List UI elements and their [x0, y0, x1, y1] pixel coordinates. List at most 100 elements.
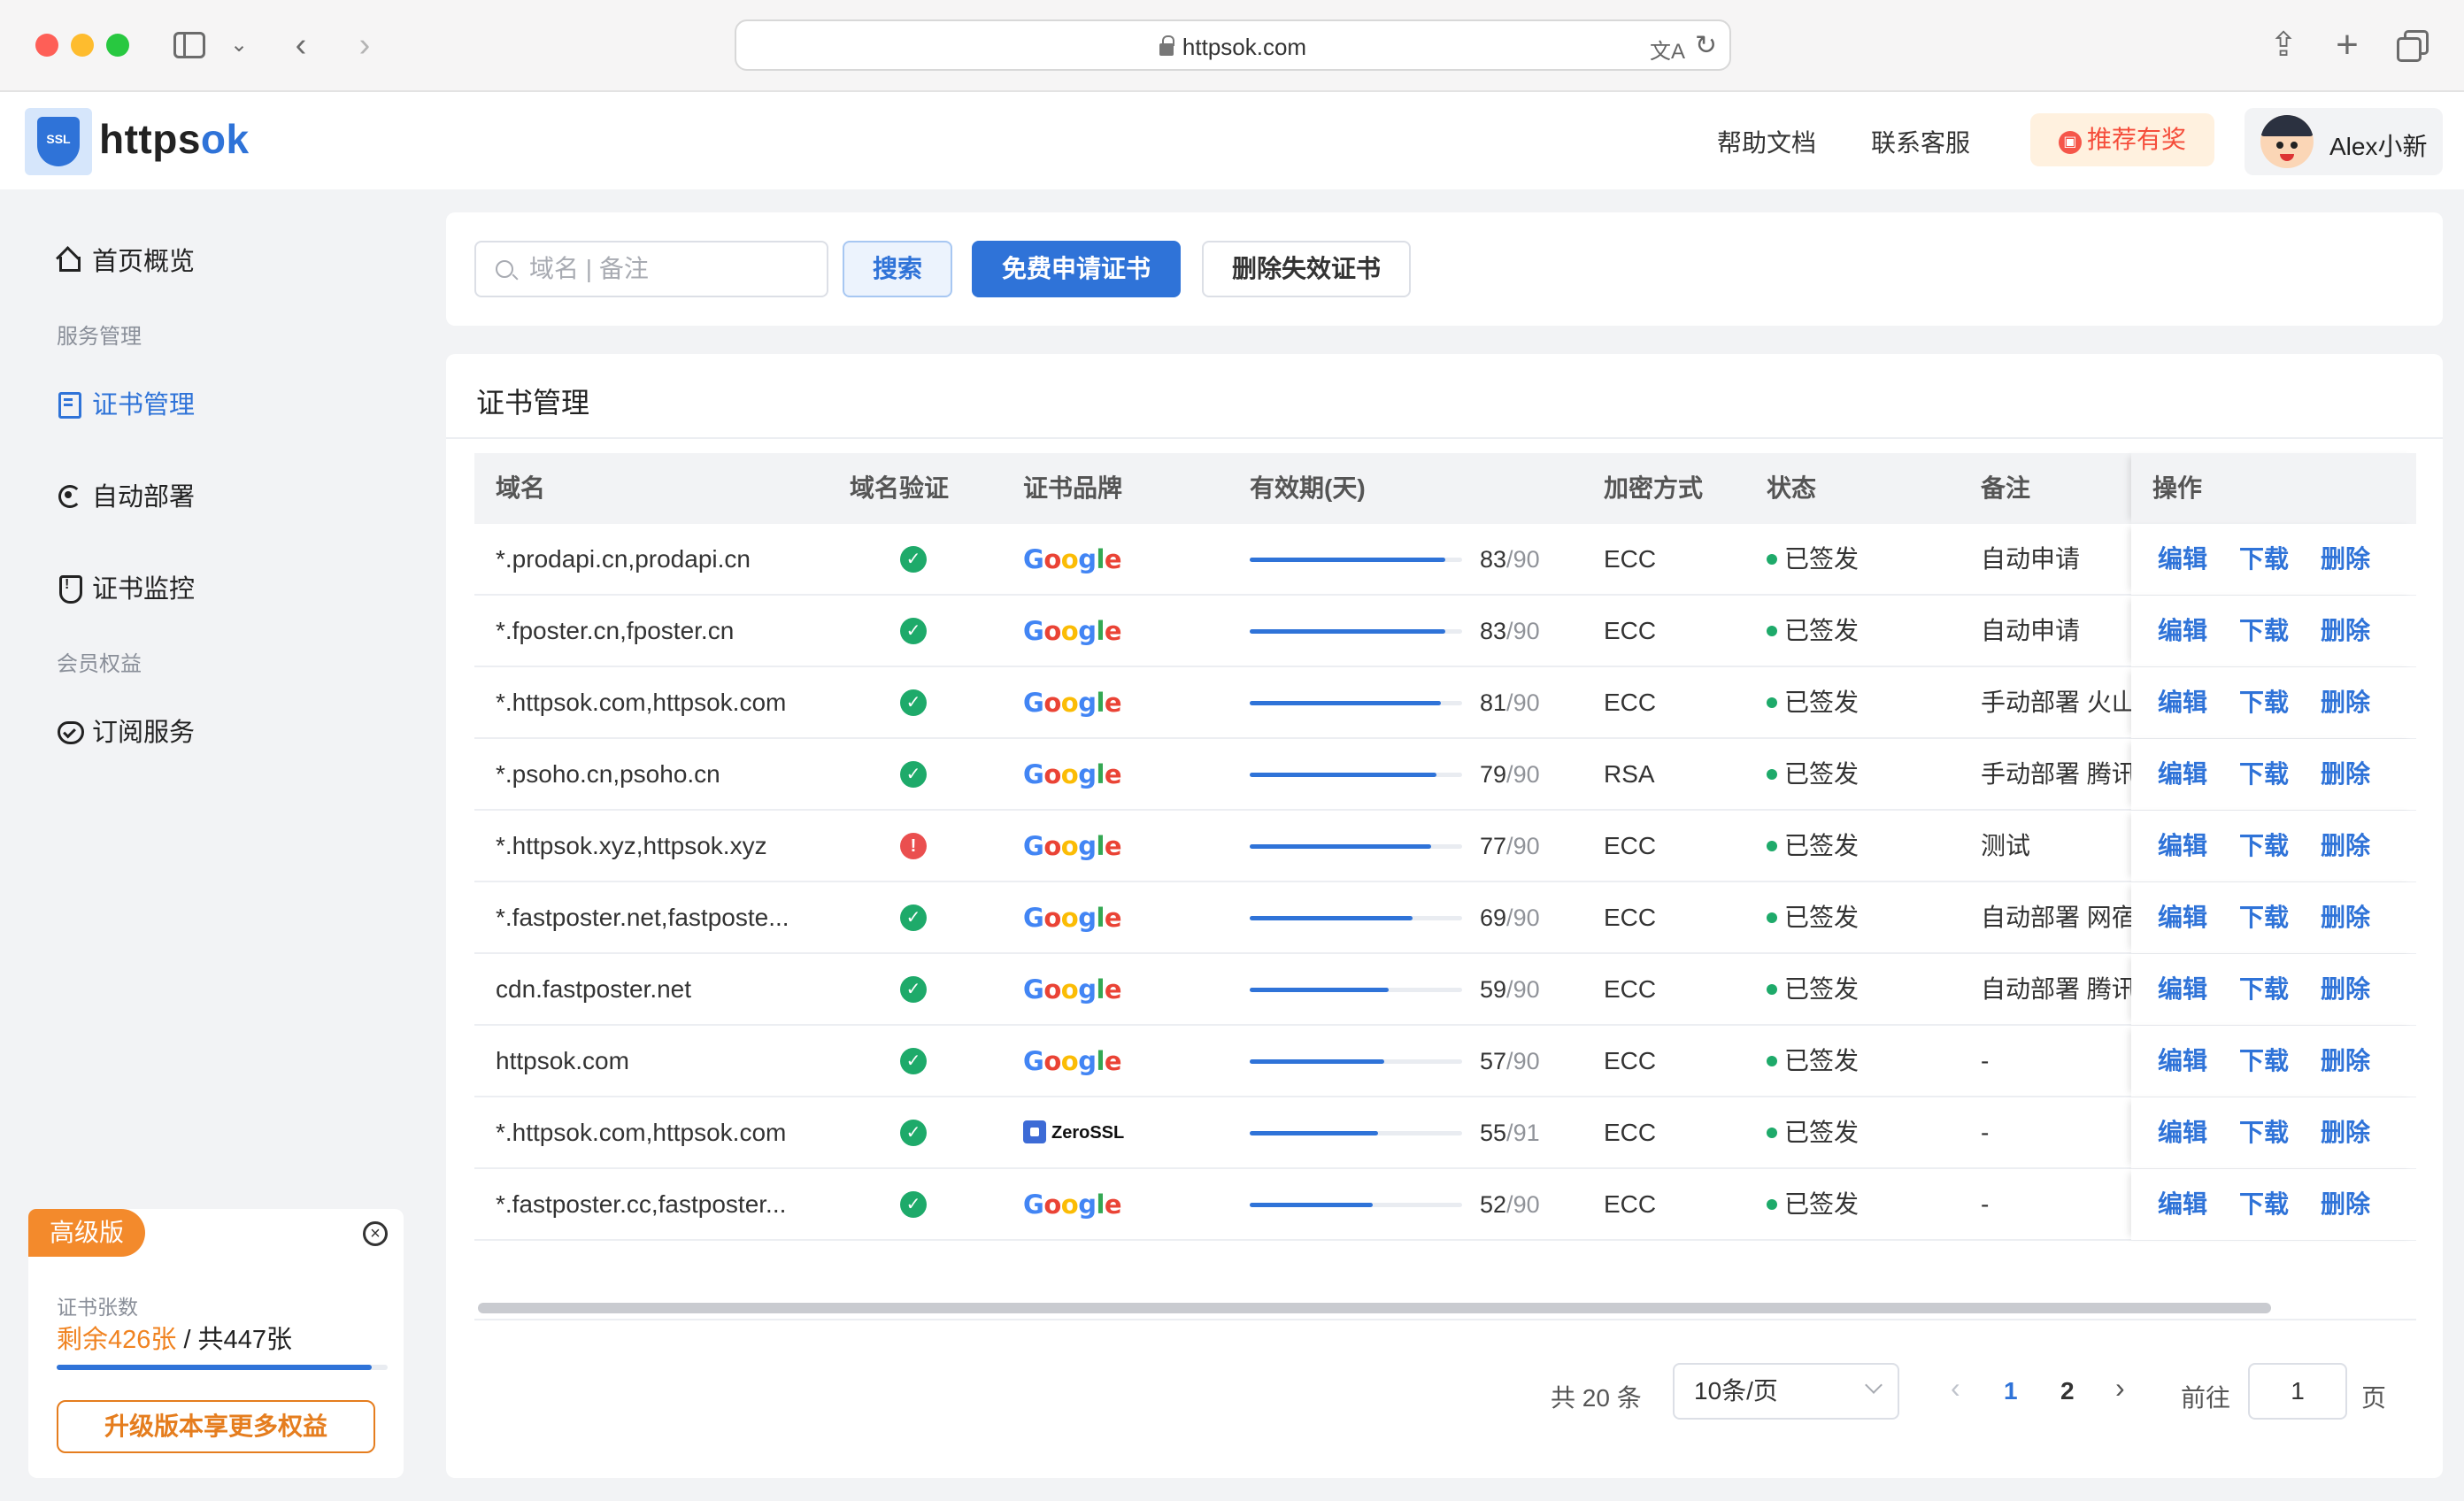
page-2-button[interactable]: 2	[2060, 1377, 2075, 1405]
translate-icon[interactable]: 文A	[1650, 34, 1685, 65]
goto-page-input[interactable]	[2248, 1363, 2347, 1420]
validity-bar	[1250, 558, 1462, 562]
validity-days: 52/90	[1480, 1191, 1540, 1218]
upgrade-button[interactable]: 升级版本享更多权益	[57, 1400, 375, 1453]
contact-support-link[interactable]: 联系客服	[1871, 124, 1970, 159]
prev-page-icon[interactable]: ‹	[1951, 1372, 1960, 1405]
edit-link[interactable]: 编辑	[2158, 739, 2207, 810]
download-link[interactable]: 下载	[2239, 524, 2289, 595]
help-docs-link[interactable]: 帮助文档	[1717, 124, 1816, 159]
delete-link[interactable]: 删除	[2321, 739, 2370, 810]
reload-icon[interactable]: ↻	[1695, 30, 1717, 61]
domain-cell: *.httpsok.com,httpsok.com	[496, 1119, 787, 1146]
validity-bar	[1250, 1203, 1462, 1207]
note-cell: 手动部署 腾讯	[1981, 760, 2131, 788]
address-bar[interactable]: httpsok.com 文A ↻	[735, 19, 1731, 71]
window-close-button[interactable]	[35, 34, 58, 57]
next-page-icon[interactable]: ›	[2115, 1372, 2125, 1405]
back-icon[interactable]: ‹	[283, 25, 319, 65]
chevron-down-icon[interactable]: ⌄	[227, 25, 251, 65]
logo[interactable]: SSL	[25, 108, 92, 175]
check-circle-icon: ✓	[900, 1048, 927, 1074]
delete-link[interactable]: 删除	[2321, 1169, 2370, 1240]
encryption-cell: ECC	[1604, 1190, 1657, 1218]
sidebar-item-auto-deploy[interactable]: 自动部署	[55, 476, 195, 513]
delete-expired-button[interactable]: 删除失效证书	[1202, 241, 1411, 297]
app-body: 首页概览 服务管理 证书管理 自动部署 证书监控 会员权益 订阅服务 高级版 ×…	[0, 189, 2464, 1501]
note-cell: 自动部署 网宿	[1981, 904, 2131, 931]
edit-link[interactable]: 编辑	[2158, 524, 2207, 595]
page-1-button[interactable]: 1	[2004, 1377, 2018, 1405]
delete-link[interactable]: 删除	[2321, 1026, 2370, 1097]
delete-link[interactable]: 删除	[2321, 811, 2370, 881]
window-zoom-button[interactable]	[106, 34, 129, 57]
download-link[interactable]: 下载	[2239, 954, 2289, 1025]
validity-days: 79/90	[1480, 761, 1540, 788]
sidebar-item-monitor[interactable]: 证书监控	[55, 568, 195, 605]
edit-link[interactable]: 编辑	[2158, 1097, 2207, 1168]
actions-cell: 编辑 下载 删除	[2131, 882, 2416, 953]
brand-name[interactable]: httpsok	[99, 115, 250, 163]
check-circle-icon: ✓	[900, 761, 927, 788]
edit-link[interactable]: 编辑	[2158, 1169, 2207, 1240]
domain-cell: *.httpsok.com,httpsok.com	[496, 689, 787, 716]
share-icon[interactable]: ⇪	[2266, 25, 2301, 65]
download-link[interactable]: 下载	[2239, 1097, 2289, 1168]
search-button[interactable]: 搜索	[843, 241, 952, 297]
edit-link[interactable]: 编辑	[2158, 1026, 2207, 1097]
download-link[interactable]: 下载	[2239, 667, 2289, 738]
note-cell: 自动申请	[1981, 617, 2081, 644]
forward-icon[interactable]: ›	[347, 25, 382, 65]
search-input[interactable]	[529, 251, 812, 287]
domain-cell: *.prodapi.cn,prodapi.cn	[496, 545, 751, 573]
url-text: httpsok.com	[1182, 34, 1307, 60]
search-box[interactable]	[474, 241, 828, 297]
actions-cell: 编辑 下载 删除	[2131, 811, 2416, 881]
deploy-icon	[55, 481, 81, 508]
user-menu[interactable]: Alex小新	[2245, 108, 2443, 175]
new-tab-icon[interactable]: +	[2329, 25, 2365, 65]
page-size-select[interactable]: 10条/页	[1673, 1363, 1899, 1420]
column-actions: 操作	[2152, 474, 2203, 502]
sidebar-item-overview[interactable]: 首页概览	[55, 241, 195, 278]
download-link[interactable]: 下载	[2239, 739, 2289, 810]
sidebar-item-subscription[interactable]: 订阅服务	[55, 712, 195, 749]
table-row: *.httpsok.xyz,httpsok.xyz ! Google 77/90…	[474, 811, 2416, 882]
edit-link[interactable]: 编辑	[2158, 811, 2207, 881]
note-cell: 自动申请	[1981, 545, 2081, 573]
delete-link[interactable]: 删除	[2321, 1097, 2370, 1168]
download-link[interactable]: 下载	[2239, 882, 2289, 953]
ssl-shield-icon: SSL	[37, 117, 80, 166]
subscription-icon	[55, 717, 84, 744]
status-dot-icon	[1767, 554, 1777, 565]
edit-link[interactable]: 编辑	[2158, 882, 2207, 953]
referral-button[interactable]: ▣ 推荐有奖	[2030, 113, 2214, 166]
encryption-cell: ECC	[1604, 832, 1657, 859]
delete-link[interactable]: 删除	[2321, 667, 2370, 738]
download-link[interactable]: 下载	[2239, 596, 2289, 666]
apply-certificate-button[interactable]: 免费申请证书	[972, 241, 1181, 297]
tab-overview-icon[interactable]	[2395, 25, 2430, 65]
sidebar-toggle-icon[interactable]	[172, 25, 207, 65]
delete-link[interactable]: 删除	[2321, 954, 2370, 1025]
validity-bar	[1250, 844, 1462, 849]
edit-link[interactable]: 编辑	[2158, 596, 2207, 666]
delete-link[interactable]: 删除	[2321, 882, 2370, 953]
google-logo: Google	[1023, 903, 1122, 933]
download-link[interactable]: 下载	[2239, 811, 2289, 881]
delete-link[interactable]: 删除	[2321, 524, 2370, 595]
sidebar-item-certificates[interactable]: 证书管理	[55, 384, 195, 421]
delete-link[interactable]: 删除	[2321, 596, 2370, 666]
note-cell: -	[1981, 1119, 1990, 1146]
edit-link[interactable]: 编辑	[2158, 667, 2207, 738]
status-badge: 已签发	[1767, 667, 1944, 738]
window-minimize-button[interactable]	[71, 34, 94, 57]
edit-link[interactable]: 编辑	[2158, 954, 2207, 1025]
download-link[interactable]: 下载	[2239, 1169, 2289, 1240]
encryption-cell: ECC	[1604, 617, 1657, 644]
download-link[interactable]: 下载	[2239, 1026, 2289, 1097]
close-icon[interactable]: ×	[363, 1221, 388, 1246]
status-dot-icon	[1767, 1199, 1777, 1210]
page-unit-label: 页	[2361, 1384, 2387, 1412]
horizontal-scrollbar[interactable]	[478, 1303, 2271, 1313]
